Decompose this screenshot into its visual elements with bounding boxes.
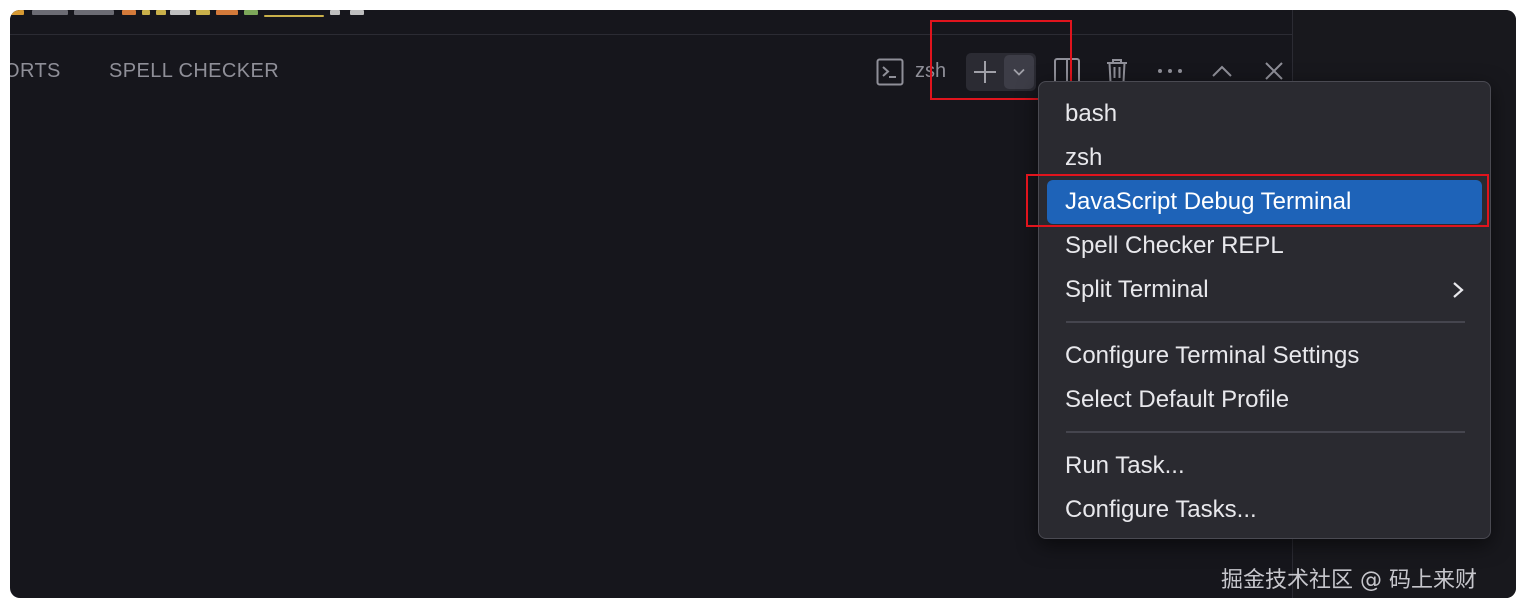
menu-item-bash[interactable]: bash <box>1047 92 1482 136</box>
vscode-window: ORTS SPELL CHECKER zsh bash zsh JavaScri… <box>10 10 1516 598</box>
terminal-profile-menu: bash zsh JavaScript Debug Terminal Spell… <box>1038 81 1491 539</box>
menu-item-label: Spell Checker REPL <box>1065 232 1284 259</box>
menu-item-split-terminal[interactable]: Split Terminal <box>1047 268 1482 312</box>
watermark: 掘金技术社区 @ 码上来财 <box>1221 568 1477 593</box>
terminal-panel-header: ORTS SPELL CHECKER zsh <box>10 34 1292 91</box>
menu-item-label: zsh <box>1065 144 1103 171</box>
terminal-icon[interactable] <box>872 54 908 90</box>
editor-area <box>10 10 1292 35</box>
menu-separator <box>1066 431 1465 433</box>
menu-item-spell-checker-repl[interactable]: Spell Checker REPL <box>1047 224 1482 268</box>
menu-item-label: Run Task... <box>1065 452 1185 479</box>
menu-separator <box>1066 321 1465 323</box>
annotation-box-javascript-debug <box>1026 174 1489 227</box>
menu-item-configure-terminal-settings[interactable]: Configure Terminal Settings <box>1047 334 1482 378</box>
tab-ports[interactable]: ORTS <box>10 60 61 83</box>
menu-item-label: Configure Terminal Settings <box>1065 342 1360 369</box>
menu-item-label: Select Default Profile <box>1065 386 1290 413</box>
menu-item-label: Configure Tasks... <box>1065 496 1257 523</box>
tab-spell-checker[interactable]: SPELL CHECKER <box>109 60 279 83</box>
chevron-right-icon <box>1453 282 1464 298</box>
menu-item-label: Split Terminal <box>1065 276 1209 303</box>
menu-item-label: bash <box>1065 100 1118 127</box>
menu-item-configure-tasks[interactable]: Configure Tasks... <box>1047 488 1482 532</box>
menu-item-run-task[interactable]: Run Task... <box>1047 444 1482 488</box>
menu-item-select-default-profile[interactable]: Select Default Profile <box>1047 378 1482 422</box>
